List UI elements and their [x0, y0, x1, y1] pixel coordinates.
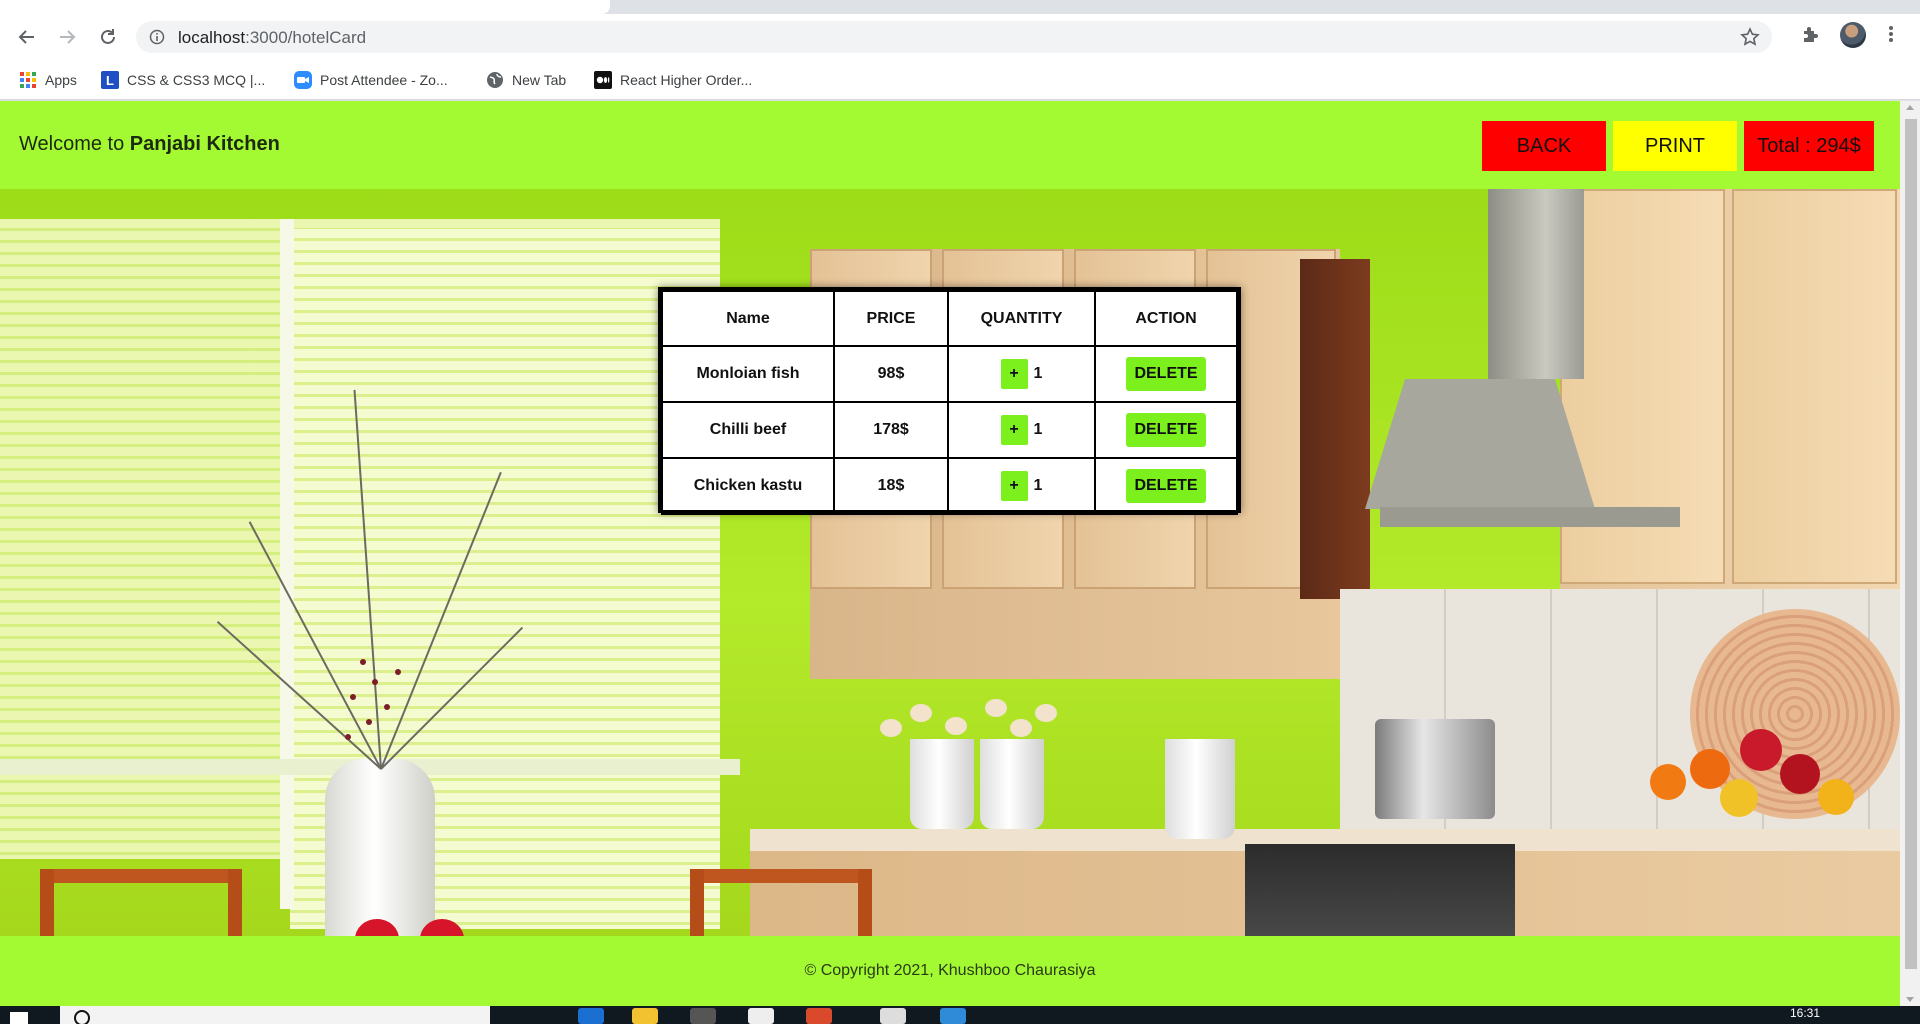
scroll-up-arrow-icon[interactable] — [1906, 105, 1914, 110]
extensions-puzzle-icon[interactable] — [1800, 25, 1820, 50]
active-tab[interactable] — [0, 0, 610, 14]
print-button[interactable]: PRINT — [1613, 121, 1737, 171]
browser-toolbar: localhost:3000/hotelCard — [0, 14, 1920, 60]
search-icon — [74, 1010, 90, 1024]
site-footer: © Copyright 2021, Khushboo Chaurasiya — [0, 936, 1900, 1006]
restaurant-name: Panjabi Kitchen — [129, 133, 280, 155]
table-row: Monloian fish 98$ +1 DELETE — [661, 345, 1238, 403]
table-row: Chicken kastu 18$ +1 DELETE — [661, 457, 1238, 515]
terminal-icon[interactable] — [690, 1008, 716, 1024]
quantity-value: 1 — [1033, 477, 1043, 494]
column-header-quantity: QUANTITY — [947, 290, 1096, 347]
delete-button[interactable]: DELETE — [1126, 469, 1206, 503]
bookmark-label: React Higher Order... — [620, 72, 753, 88]
browser-menu-icon[interactable] — [1888, 24, 1894, 49]
delete-button[interactable]: DELETE — [1126, 413, 1206, 447]
bookmark-post-attendee[interactable]: Post Attendee - Zo... — [294, 68, 448, 92]
welcome-prefix: Welcome to — [19, 133, 125, 155]
welcome-text: Welcome to Panjabi Kitchen — [19, 133, 280, 156]
item-quantity-cell: +1 — [947, 401, 1096, 459]
column-header-price: PRICE — [833, 290, 949, 347]
item-name: Monloian fish — [661, 345, 835, 403]
edge-icon[interactable] — [578, 1008, 604, 1024]
cart-table: Name PRICE QUANTITY ACTION Monloian fish… — [658, 287, 1241, 515]
svg-text:L: L — [106, 73, 114, 88]
apps-grid-icon — [19, 71, 37, 89]
chrome-icon[interactable] — [806, 1008, 832, 1024]
item-quantity-cell: +1 — [947, 345, 1096, 403]
zoom-icon — [294, 71, 312, 89]
item-name: Chilli beef — [661, 401, 835, 459]
column-header-action: ACTION — [1094, 290, 1238, 347]
table-row: Chilli beef 178$ +1 DELETE — [661, 401, 1238, 459]
column-header-name: Name — [661, 290, 835, 347]
item-quantity-cell: +1 — [947, 457, 1096, 515]
increase-quantity-button[interactable]: + — [1000, 359, 1028, 389]
bookmark-star-icon[interactable] — [1740, 27, 1760, 52]
file-explorer-icon[interactable] — [632, 1008, 658, 1024]
item-price: 98$ — [833, 345, 949, 403]
site-info-icon[interactable] — [149, 29, 165, 50]
site-header: Welcome to Panjabi Kitchen BACK PRINT To… — [0, 101, 1900, 189]
bookmarks-bar: Apps L CSS & CSS3 MCQ |... Post Attendee… — [0, 60, 1920, 100]
increase-quantity-button[interactable]: + — [1000, 415, 1028, 445]
windows-start-icon[interactable] — [10, 1012, 28, 1024]
l-badge-icon: L — [101, 71, 119, 89]
bookmark-label: CSS & CSS3 MCQ |... — [127, 72, 266, 88]
bookmark-apps[interactable]: Apps — [19, 68, 77, 92]
taskbar-search-box[interactable] — [60, 1006, 490, 1024]
increase-quantity-button[interactable]: + — [1000, 471, 1028, 501]
page-scrollbar[interactable] — [1900, 101, 1920, 1006]
bookmark-css-mcq[interactable]: L CSS & CSS3 MCQ |... — [101, 68, 265, 92]
store-icon[interactable] — [748, 1008, 774, 1024]
scroll-down-arrow-icon[interactable] — [1906, 997, 1914, 1002]
item-action-cell: DELETE — [1094, 401, 1238, 459]
bookmark-react-hoc[interactable]: React Higher Order... — [594, 68, 752, 92]
table-header-row: Name PRICE QUANTITY ACTION — [661, 290, 1238, 347]
forward-arrow-icon[interactable] — [55, 25, 79, 49]
item-name: Chicken kastu — [661, 457, 835, 515]
taskbar-clock[interactable]: 16:31 — [1790, 1006, 1820, 1020]
page-viewport: Welcome to Panjabi Kitchen BACK PRINT To… — [0, 101, 1900, 1006]
delete-button[interactable]: DELETE — [1126, 357, 1206, 391]
total-badge[interactable]: Total : 294$ — [1744, 121, 1874, 171]
item-action-cell: DELETE — [1094, 345, 1238, 403]
tab-strip — [0, 0, 1920, 14]
quantity-value: 1 — [1033, 365, 1043, 382]
item-price: 178$ — [833, 401, 949, 459]
notepad-icon[interactable] — [880, 1008, 906, 1024]
bookmark-label: Post Attendee - Zo... — [320, 72, 448, 88]
medium-icon — [594, 71, 612, 89]
profile-avatar[interactable] — [1840, 22, 1866, 48]
back-button[interactable]: BACK — [1482, 121, 1606, 171]
scrollbar-thumb[interactable] — [1905, 119, 1917, 969]
bookmark-label: Apps — [45, 72, 77, 88]
globe-icon — [486, 71, 504, 89]
copyright-text: © Copyright 2021, Khushboo Chaurasiya — [804, 962, 1096, 979]
address-bar[interactable]: localhost:3000/hotelCard — [136, 21, 1772, 53]
bookmark-new-tab[interactable]: New Tab — [486, 68, 566, 92]
item-action-cell: DELETE — [1094, 457, 1238, 515]
url-text: localhost:3000/hotelCard — [178, 28, 367, 47]
reload-icon[interactable] — [96, 25, 120, 49]
quantity-value: 1 — [1033, 421, 1043, 438]
back-arrow-icon[interactable] — [15, 25, 39, 49]
bookmark-label: New Tab — [512, 72, 567, 88]
vscode-icon[interactable] — [940, 1008, 966, 1024]
item-price: 18$ — [833, 457, 949, 515]
os-taskbar: 16:31 — [0, 1006, 1920, 1024]
